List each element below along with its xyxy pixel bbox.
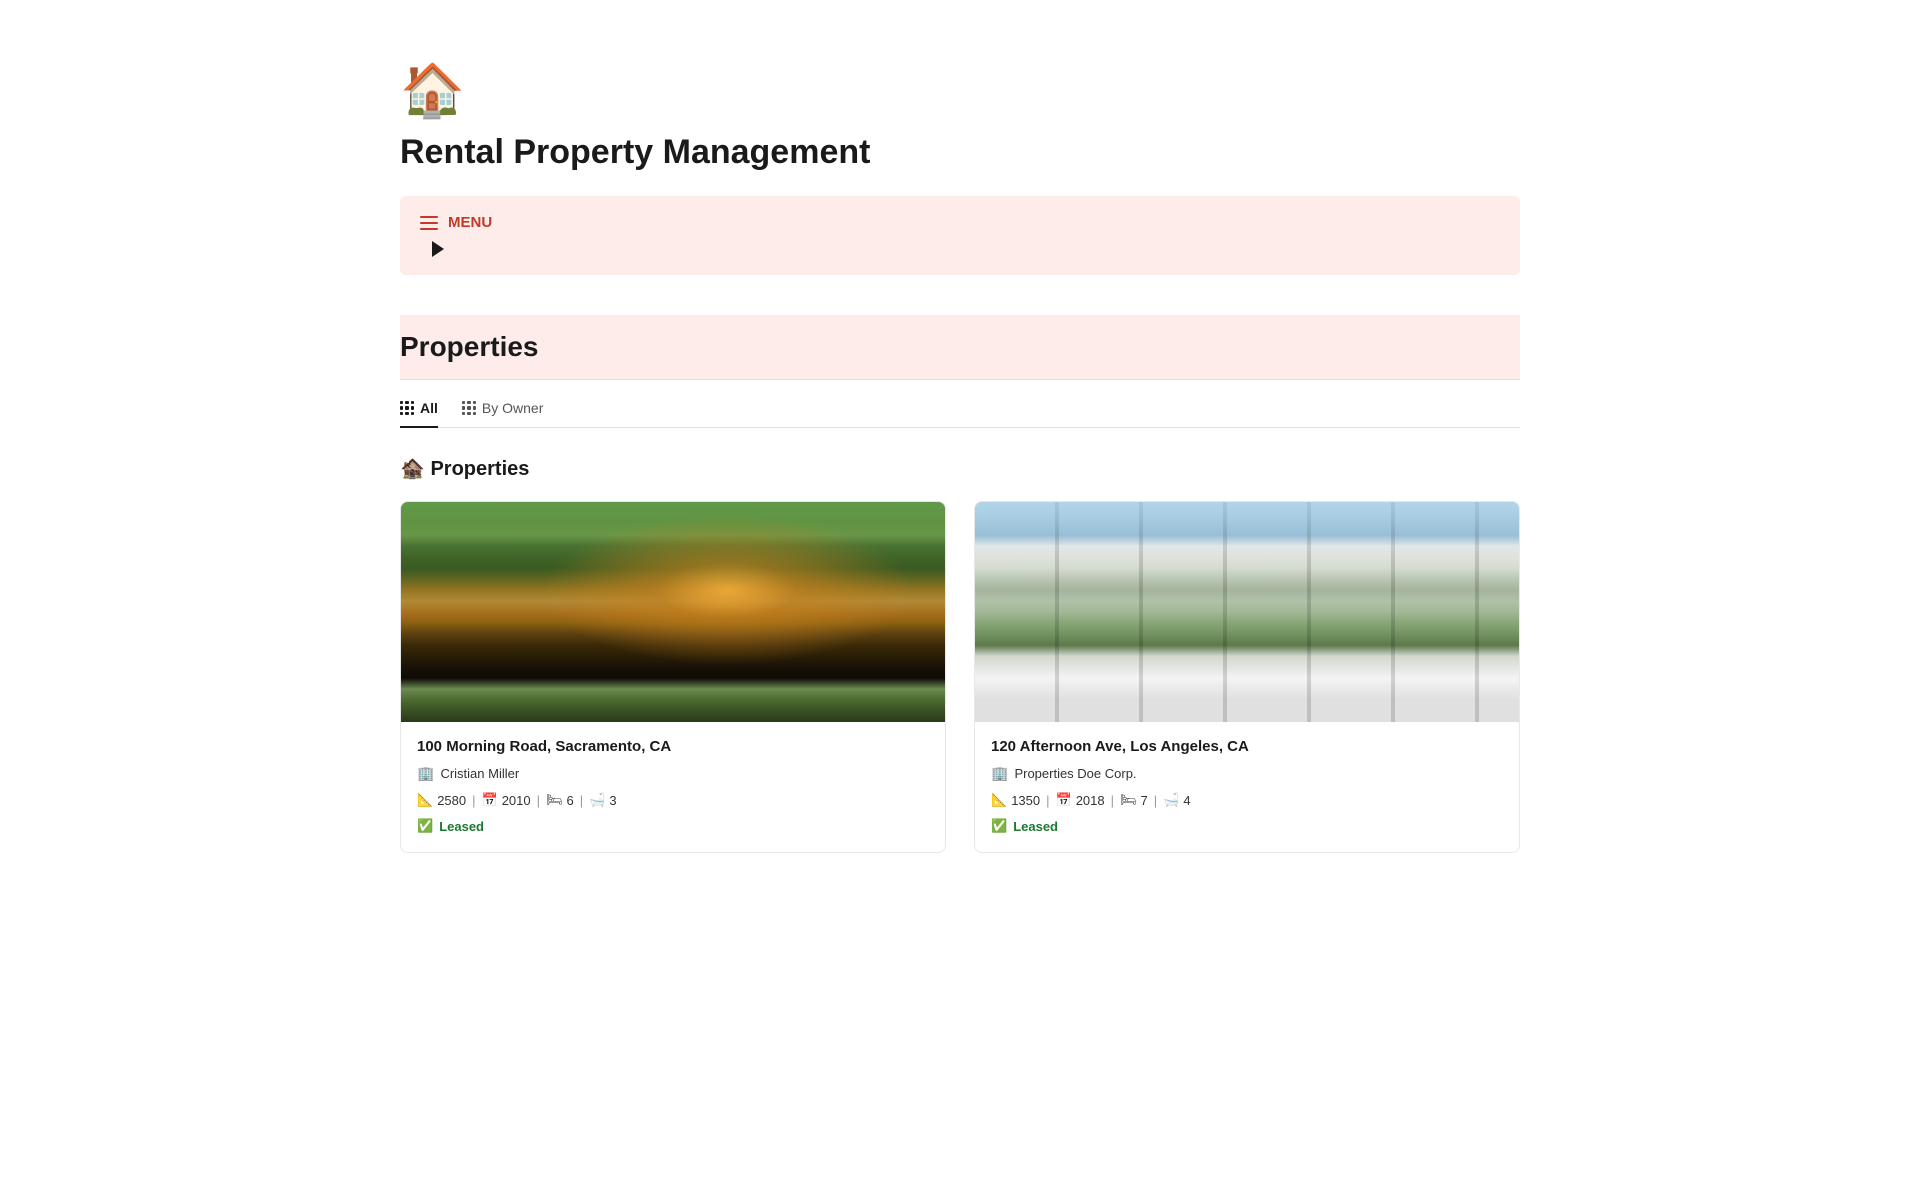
- sqft-item-0: 📐 2580: [417, 792, 466, 808]
- meta-sep-2-1: |: [1111, 793, 1114, 808]
- grid-icon-all: [400, 401, 414, 415]
- beds-icon-0: 🛏: [546, 792, 563, 808]
- year-item-1: 📅 2018: [1056, 792, 1105, 808]
- card-address-1: 120 Afternoon Ave, Los Angeles, CA: [991, 738, 1503, 755]
- meta-sep-1-0: |: [472, 793, 475, 808]
- card-meta-1: 📐 1350 | 📅 2018 | 🛏 7 | 🛁: [991, 792, 1503, 808]
- owner-icon-0: 🏢: [417, 765, 434, 782]
- sqft-icon-0: 📐: [417, 792, 433, 808]
- tab-by-owner[interactable]: By Owner: [462, 400, 543, 428]
- meta-sep-3-1: |: [1154, 793, 1157, 808]
- menu-expand-toggle[interactable]: [432, 241, 444, 257]
- beds-icon-1: 🛏: [1120, 792, 1137, 808]
- baths-item-1: 🛁 4: [1163, 792, 1190, 808]
- menu-bar: MENU: [400, 196, 1520, 275]
- card-meta-0: 📐 2580 | 📅 2010 | 🛏 6 | 🛁: [417, 792, 929, 808]
- card-status-0: ✅ Leased: [417, 818, 929, 834]
- sqft-value-1: 1350: [1011, 793, 1040, 808]
- status-icon-1: ✅: [991, 818, 1007, 834]
- owner-icon-1: 🏢: [991, 765, 1008, 782]
- property-image-0: [401, 502, 945, 722]
- card-owner-1: 🏢 Properties Doe Corp.: [991, 765, 1503, 782]
- grid-icon-by-owner: [462, 401, 476, 415]
- sqft-value-0: 2580: [437, 793, 466, 808]
- beds-item-1: 🛏 7: [1120, 792, 1148, 808]
- card-status-1: ✅ Leased: [991, 818, 1503, 834]
- app-logo: 🏠: [400, 60, 1520, 121]
- meta-sep-3-0: |: [580, 793, 583, 808]
- property-card-0[interactable]: 100 Morning Road, Sacramento, CA 🏢 Crist…: [400, 501, 946, 853]
- card-body-1: 120 Afternoon Ave, Los Angeles, CA 🏢 Pro…: [975, 722, 1519, 852]
- meta-sep-1-1: |: [1046, 793, 1049, 808]
- year-item-0: 📅 2010: [482, 792, 531, 808]
- sqft-icon-1: 📐: [991, 792, 1007, 808]
- tab-all[interactable]: All: [400, 400, 438, 428]
- baths-value-0: 3: [609, 793, 616, 808]
- menu-header[interactable]: MENU: [420, 214, 1500, 231]
- owner-name-0: Cristian Miller: [440, 766, 519, 781]
- baths-item-0: 🛁 3: [589, 792, 616, 808]
- beds-value-0: 6: [567, 793, 574, 808]
- beds-value-1: 7: [1141, 793, 1148, 808]
- status-icon-0: ✅: [417, 818, 433, 834]
- year-value-1: 2018: [1076, 793, 1105, 808]
- year-icon-0: 📅: [482, 792, 498, 808]
- baths-icon-0: 🛁: [589, 792, 605, 808]
- baths-icon-1: 🛁: [1163, 792, 1179, 808]
- sqft-item-1: 📐 1350: [991, 792, 1040, 808]
- property-image-1: [975, 502, 1519, 722]
- properties-section-header: Properties: [400, 315, 1520, 380]
- properties-cards-grid: 100 Morning Road, Sacramento, CA 🏢 Crist…: [400, 501, 1520, 853]
- properties-tabs: All By Owner: [400, 400, 1520, 428]
- card-body-0: 100 Morning Road, Sacramento, CA 🏢 Crist…: [401, 722, 945, 852]
- property-card-1[interactable]: 120 Afternoon Ave, Los Angeles, CA 🏢 Pro…: [974, 501, 1520, 853]
- year-value-0: 2010: [502, 793, 531, 808]
- card-address-0: 100 Morning Road, Sacramento, CA: [417, 738, 929, 755]
- tab-by-owner-label: By Owner: [482, 400, 543, 416]
- beds-item-0: 🛏 6: [546, 792, 574, 808]
- meta-sep-2-0: |: [537, 793, 540, 808]
- hamburger-icon: [420, 216, 438, 230]
- year-icon-1: 📅: [1056, 792, 1072, 808]
- menu-label: MENU: [448, 214, 492, 231]
- card-owner-0: 🏢 Cristian Miller: [417, 765, 929, 782]
- tab-all-label: All: [420, 400, 438, 416]
- app-title: Rental Property Management: [400, 133, 1520, 172]
- properties-subsection-title: 🏚️ Properties: [400, 456, 1520, 481]
- page-wrapper: 🏠 Rental Property Management MENU Proper…: [310, 0, 1610, 933]
- status-label-0: Leased: [439, 819, 484, 834]
- status-label-1: Leased: [1013, 819, 1058, 834]
- baths-value-1: 4: [1183, 793, 1190, 808]
- owner-name-1: Properties Doe Corp.: [1014, 766, 1136, 781]
